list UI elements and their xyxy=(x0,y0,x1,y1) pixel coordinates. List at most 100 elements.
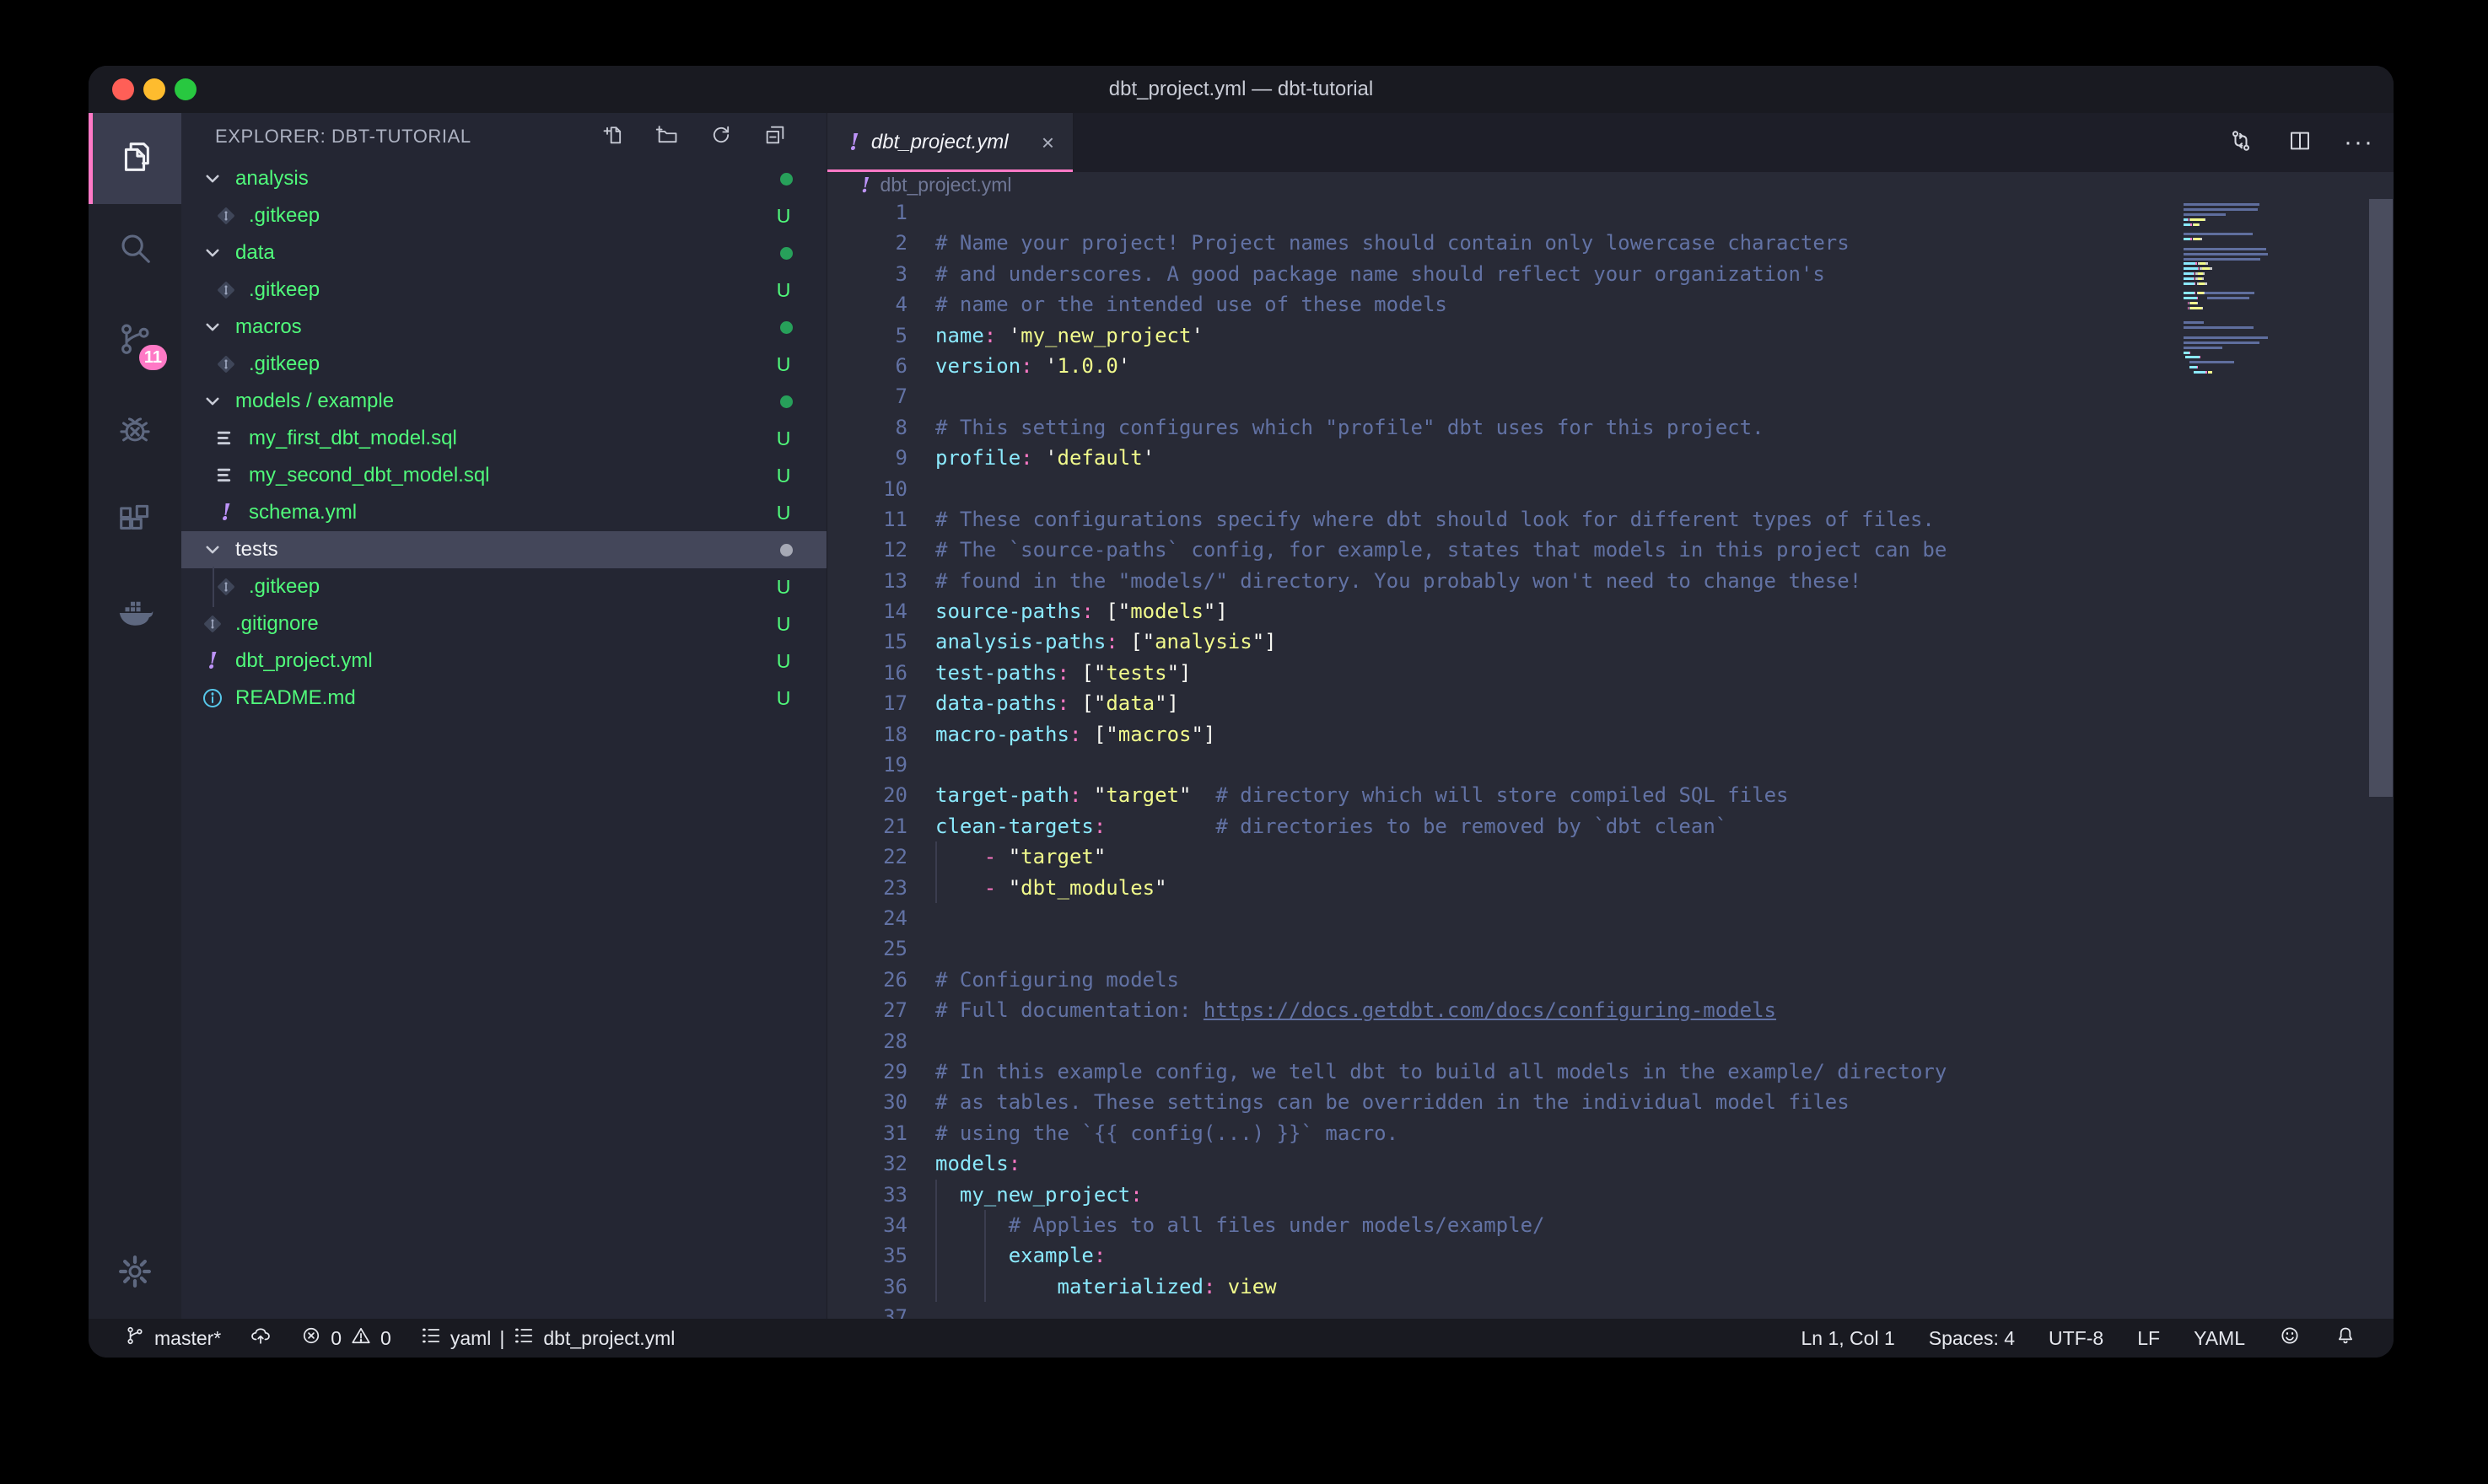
list-selection-icon xyxy=(513,1325,535,1352)
code-line-4: 4 # name or the intended use of these mod… xyxy=(827,289,2394,320)
tree-item-macros[interactable]: macros xyxy=(181,309,827,346)
tree-item--gitkeep[interactable]: .gitkeep U xyxy=(181,568,827,605)
new-file-button[interactable] xyxy=(600,124,626,149)
tree-item-readme-md[interactable]: README.mdU xyxy=(181,680,827,717)
line-number: 4 xyxy=(827,289,907,320)
code-line-18: 18macro-paths: ["macros"] xyxy=(827,719,2394,750)
code-line-26: 26# Configuring models xyxy=(827,965,2394,995)
activitybar-item-settings[interactable] xyxy=(89,1228,181,1319)
activitybar-item-search[interactable] xyxy=(89,204,181,295)
tree-item-analysis[interactable]: analysis xyxy=(181,160,827,197)
code-line-21: 21clean-targets: # directories to be rem… xyxy=(827,811,2394,841)
tree-item-schema-yml[interactable]: !schema.ymlU xyxy=(181,494,827,531)
tree-item-my-first-dbt-model-sql[interactable]: my_first_dbt_model.sqlU xyxy=(181,420,827,457)
refresh-button[interactable] xyxy=(708,124,734,149)
bug-icon xyxy=(116,411,154,454)
new-folder-button[interactable] xyxy=(654,124,680,149)
warning-file-icon: ! xyxy=(200,648,225,674)
close-button[interactable] xyxy=(112,78,134,100)
line-content: # using the `{{ config(...) }}` macro. xyxy=(935,1118,1398,1148)
line-number: 8 xyxy=(827,412,907,443)
activitybar-item-source-control[interactable]: 11 xyxy=(89,295,181,386)
status-problems-status[interactable]: 00 xyxy=(300,1325,391,1352)
line-number: 5 xyxy=(827,320,907,351)
git-untracked-badge: U xyxy=(771,576,796,599)
tree-item--gitignore[interactable]: .gitignoreU xyxy=(181,605,827,643)
code-line-9: 9profile: 'default' xyxy=(827,443,2394,473)
tree-item-tests[interactable]: tests xyxy=(181,531,827,568)
tree-item--gitkeep[interactable]: .gitkeepU xyxy=(181,272,827,309)
line-content: version: '1.0.0' xyxy=(935,351,1130,381)
line-content: # and underscores. A good package name s… xyxy=(935,259,1825,289)
line-number: 17 xyxy=(827,688,907,718)
line-content: - "dbt_modules" xyxy=(935,873,1167,903)
tree-item--gitkeep[interactable]: .gitkeepU xyxy=(181,346,827,383)
collapse-folders-button[interactable] xyxy=(762,124,788,149)
line-content: # name or the intended use of these mode… xyxy=(935,289,1447,320)
code-line-29: 29# In this example config, we tell dbt … xyxy=(827,1057,2394,1087)
code-line-30: 30# as tables. These settings can be ove… xyxy=(827,1087,2394,1117)
gear-icon xyxy=(116,1252,154,1295)
line-number: 36 xyxy=(827,1272,907,1302)
status-git-branch-status[interactable]: master* xyxy=(124,1325,221,1352)
zoom-button[interactable] xyxy=(175,78,197,100)
line-number: 7 xyxy=(827,381,907,411)
tab-close-icon[interactable]: × xyxy=(1042,130,1054,156)
tree-item-dbt-project-yml[interactable]: !dbt_project.ymlU xyxy=(181,643,827,680)
status-notifications[interactable] xyxy=(2335,1325,2356,1352)
line-number: 23 xyxy=(827,873,907,903)
tree-item-label: macros xyxy=(235,315,302,339)
code-line-31: 31# using the `{{ config(...) }}` macro. xyxy=(827,1118,2394,1148)
editor-scrollbar[interactable] xyxy=(2369,199,2393,797)
line-number: 21 xyxy=(827,811,907,841)
status-eol-sequence[interactable]: LF xyxy=(2137,1327,2160,1350)
minimap[interactable] xyxy=(2184,197,2369,400)
explorer-header: EXPLORER: DBT-TUTORIAL xyxy=(181,113,827,160)
status-text: 0 xyxy=(331,1327,342,1350)
git-icon xyxy=(200,611,225,637)
line-content: models: xyxy=(935,1148,1021,1179)
status-encoding[interactable]: UTF-8 xyxy=(2049,1327,2103,1350)
cloud-upload-icon xyxy=(250,1325,272,1352)
line-number: 35 xyxy=(827,1240,907,1271)
tab-dbt-project-yml[interactable]: ! dbt_project.yml × xyxy=(827,113,1074,172)
status-cursor-position[interactable]: Ln 1, Col 1 xyxy=(1801,1327,1895,1350)
titlebar[interactable]: dbt_project.yml — dbt-tutorial xyxy=(89,66,2394,113)
activitybar-item-docker[interactable] xyxy=(89,568,181,659)
open-changes-button[interactable] xyxy=(2227,128,2255,157)
code-line-16: 16test-paths: ["tests"] xyxy=(827,658,2394,688)
code-line-35: 35 example: xyxy=(827,1240,2394,1271)
minimize-button[interactable] xyxy=(143,78,165,100)
status-language-mode[interactable]: YAML xyxy=(2194,1327,2245,1350)
status-publish-changes[interactable] xyxy=(250,1325,272,1352)
breadcrumb[interactable]: ! dbt_project.yml xyxy=(827,172,2394,197)
breadcrumb-file[interactable]: dbt_project.yml xyxy=(880,174,1012,196)
tree-item-my-second-dbt-model-sql[interactable]: my_second_dbt_model.sqlU xyxy=(181,457,827,494)
split-editor-button[interactable] xyxy=(2286,128,2314,157)
line-number: 14 xyxy=(827,596,907,626)
tree-indent-guide xyxy=(213,567,214,607)
activitybar-item-run-debug[interactable] xyxy=(89,386,181,477)
code-line-6: 6version: '1.0.0' xyxy=(827,351,2394,381)
git-untracked-badge: U xyxy=(771,687,796,710)
line-number: 27 xyxy=(827,995,907,1025)
extensions-icon xyxy=(116,502,154,545)
status-feedback[interactable] xyxy=(2279,1325,2301,1352)
status-yaml-schema-status[interactable]: yaml|dbt_project.yml xyxy=(420,1325,676,1352)
folder-changes-dot-badge xyxy=(780,247,793,260)
activitybar-item-extensions[interactable] xyxy=(89,477,181,568)
more-actions-button[interactable]: ··· xyxy=(2345,128,2373,157)
tree-item-label: .gitkeep xyxy=(249,575,320,599)
tree-item-models-example[interactable]: models / example xyxy=(181,383,827,420)
status-text: Ln 1, Col 1 xyxy=(1801,1327,1895,1350)
editor-code-area[interactable]: 12# Name your project! Project names sho… xyxy=(827,197,2394,1319)
status-indentation[interactable]: Spaces: 4 xyxy=(1929,1327,2015,1350)
tree-item--gitkeep[interactable]: .gitkeepU xyxy=(181,197,827,234)
code-line-33: 33 my_new_project: xyxy=(827,1180,2394,1210)
explorer-sidebar: EXPLORER: DBT-TUTORIAL analysis .gitkeep U… xyxy=(181,113,827,1319)
line-number: 26 xyxy=(827,965,907,995)
tree-item-data[interactable]: data xyxy=(181,234,827,272)
line-number: 37 xyxy=(827,1302,907,1319)
folder-changes-dot-badge xyxy=(780,173,793,186)
activitybar-item-explorer[interactable] xyxy=(89,113,181,204)
